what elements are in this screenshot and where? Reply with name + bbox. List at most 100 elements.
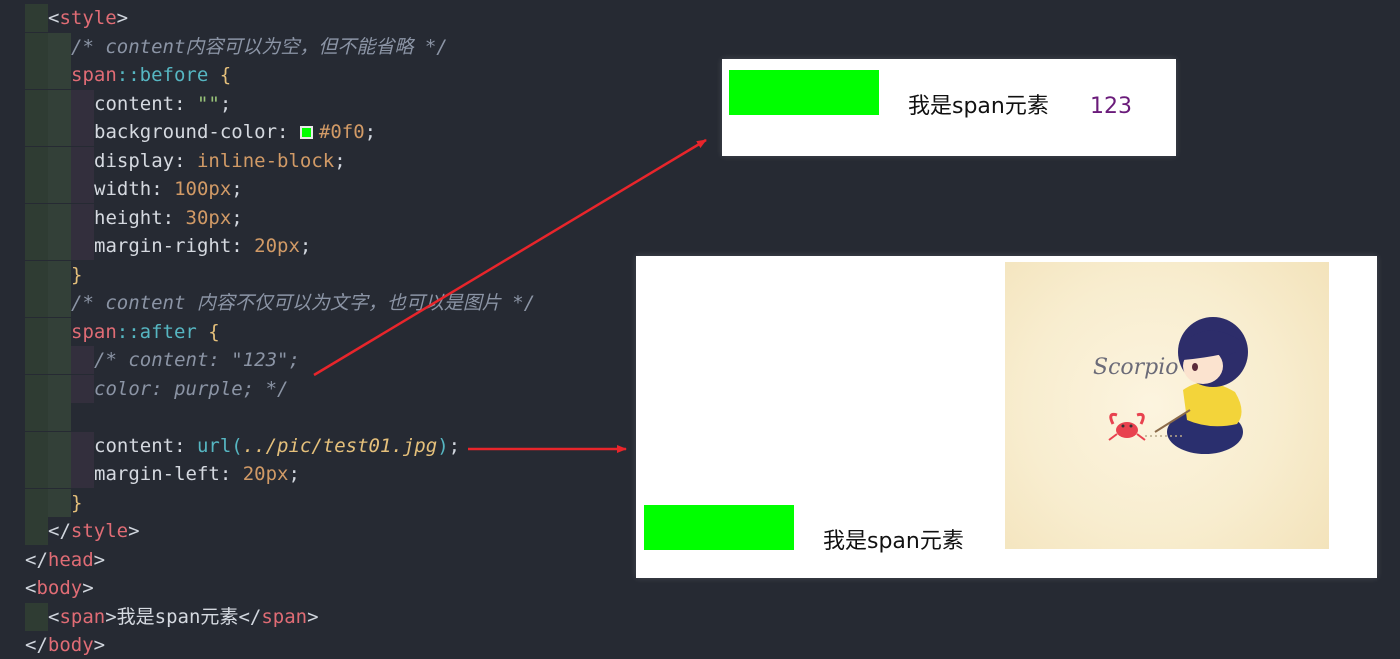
preview-panel-image-after: 我是span元素 Scorpio [636,256,1377,578]
after-pseudo-text: 123 [1090,94,1132,119]
code-line[interactable]: } [0,488,620,517]
indent-guide [48,260,71,289]
indent-guide [71,175,94,203]
indent-guide [48,175,71,203]
indent-guide [25,203,48,232]
code-token: { [196,320,220,343]
indent-guide [25,118,48,146]
code-token: } [71,263,83,286]
indent-guide [71,146,94,175]
code-token: span [71,320,117,343]
indent-guide [25,517,48,545]
indent-guide [71,374,94,403]
code-line-text: span::after { [71,318,220,346]
code-token: /* content: "123"; [94,349,300,371]
code-token: 100px [174,178,232,200]
code-token: "" [196,92,220,115]
indent-guide [48,374,71,403]
code-token: < [25,577,37,599]
indent-guide [25,32,48,61]
code-token: height: [94,206,186,229]
indent-guide [25,346,48,374]
code-line[interactable]: < style > [0,4,620,32]
code-token: </ [238,605,262,628]
code-line[interactable]: /* content: "123"; [0,346,620,374]
code-line-text: </head > [25,546,105,574]
code-line[interactable]: margin-right: 20px; [0,232,620,260]
code-token: inline-block [196,149,335,172]
code-line[interactable]: < body > [0,574,620,602]
indent-guide [71,203,94,232]
code-line[interactable]: < span > 我是span元素 </span > [0,602,620,631]
code-token: background-color: [94,121,300,143]
code-line-text: /* content 内容不仅可以为文字，也可以是图片 */ [71,289,535,317]
code-line[interactable]: </head > [0,546,620,574]
code-line[interactable]: </style > [0,517,620,545]
code-line-text: width: 100px; [94,175,243,203]
code-token: ; [299,235,312,257]
indent-guide [48,403,71,431]
code-token: 30px [185,206,232,229]
code-line[interactable]: } [0,260,620,289]
code-line[interactable]: margin-left: 20px; [0,460,620,488]
indent-guide [25,403,48,431]
indent-guide [48,118,71,146]
code-token: > [116,7,129,29]
code-line-text: content: ""; [94,90,231,118]
code-line[interactable] [0,403,620,431]
code-line-text: < body > [25,574,94,602]
indent-guide [25,175,48,203]
code-line-text: } [71,489,82,517]
indent-guide [71,460,94,488]
code-line[interactable]: height: 30px; [0,203,620,232]
code-line[interactable]: /* content内容可以为空，但不能省略 */ [0,32,620,61]
indent-guide [25,89,48,118]
code-token: /* content内容可以为空，但不能省略 */ [71,35,448,58]
code-token: ::after [116,320,197,343]
code-token: span [59,605,106,628]
code-line-text: /* content内容可以为空，但不能省略 */ [71,33,448,61]
code-token: ; [364,121,377,143]
code-token: < [48,7,60,29]
indent-guide [71,346,94,374]
code-line[interactable]: display: inline-block; [0,146,620,175]
code-token: #0f0 [318,121,365,143]
span-text: 我是span元素 [823,529,964,554]
code-token: content: [94,434,197,457]
code-line[interactable]: span::after { [0,317,620,346]
preview-panel-text-after: 我是span元素 123 [722,59,1176,156]
code-line[interactable]: content: url(../pic/test01.jpg); [0,431,620,460]
indent-guide [71,118,94,146]
code-token: url( [196,434,243,457]
indent-guide [71,89,94,118]
code-token: 我是span元素 [116,605,239,628]
code-token: ; [231,206,243,229]
code-token: </ [25,634,48,656]
code-token: 20px [242,463,289,485]
code-token: </ [25,548,48,571]
code-token: ) [437,434,449,457]
color-swatch-icon [299,125,313,139]
image-caption: Scorpio [1093,355,1179,380]
code-line[interactable]: color: purple; */ [0,374,620,403]
code-token: margin-right: [94,235,255,257]
indent-guide [48,317,71,346]
code-token: } [71,491,83,514]
indent-guide [48,346,71,374]
code-line[interactable]: span::before { [0,61,620,89]
code-line[interactable]: content: ""; [0,89,620,118]
code-line[interactable]: width: 100px; [0,175,620,203]
code-token: display: [94,149,197,172]
indent-guide [48,289,71,317]
indent-guide [25,317,48,346]
code-line[interactable]: </body > [0,631,620,659]
code-line[interactable]: /* content 内容不仅可以为文字，也可以是图片 */ [0,289,620,317]
code-token: ; [334,149,346,172]
before-pseudo-box [644,505,794,550]
code-token: color: purple; */ [94,377,289,400]
indent-guide [48,203,71,232]
code-line-text: < span > 我是span元素 </span > [48,603,319,631]
code-line[interactable]: background-color: #0f0; [0,118,620,146]
code-token: width: [94,178,175,200]
code-token: > [93,548,106,571]
